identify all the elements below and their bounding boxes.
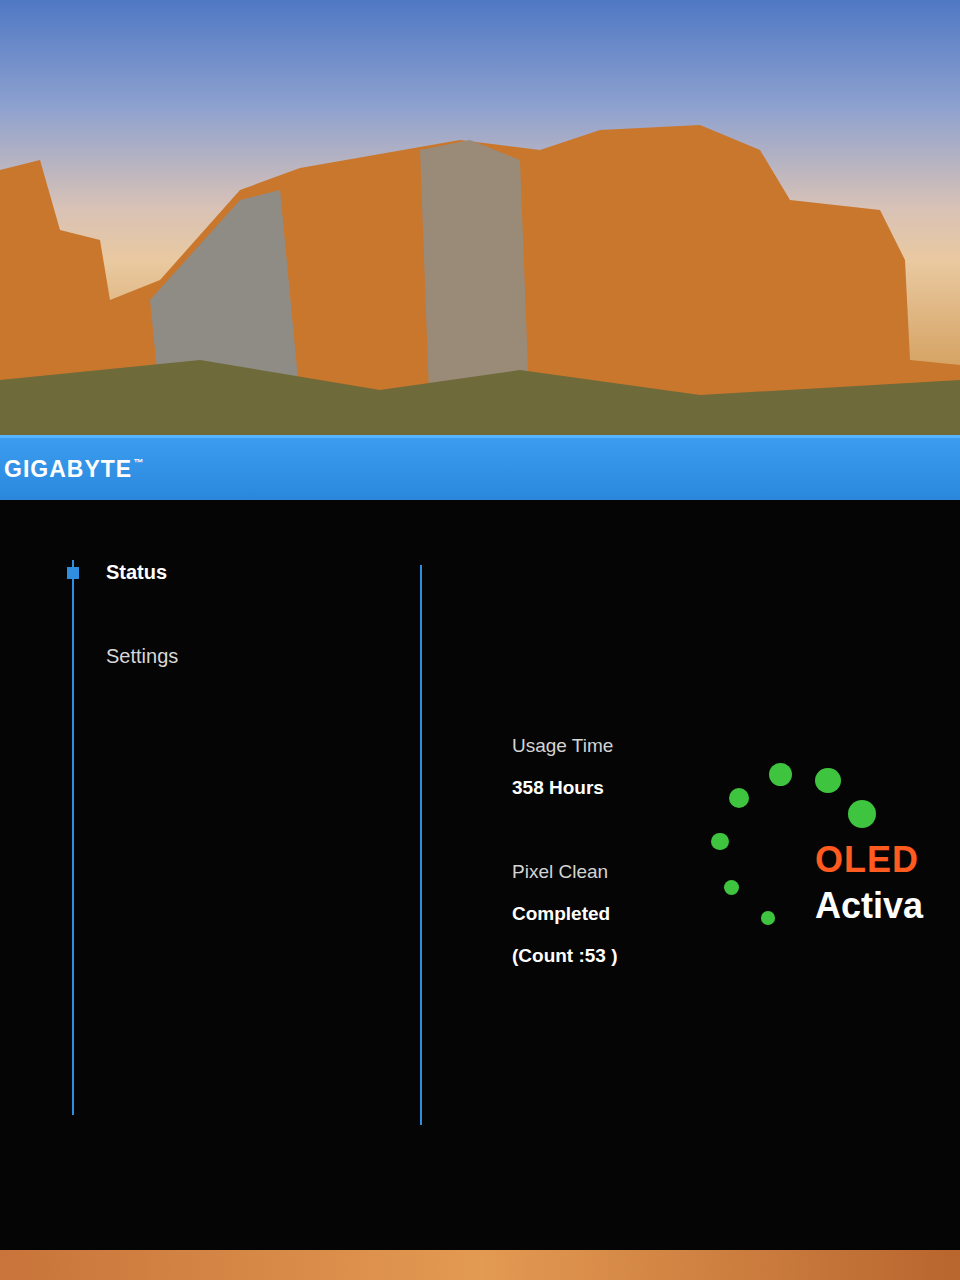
spinner-dot <box>729 788 749 808</box>
spinner-dot <box>769 763 792 786</box>
menu-list: Status Settings <box>72 560 420 1115</box>
spinner-dot <box>761 911 775 925</box>
wallpaper-strip <box>0 1250 960 1280</box>
spinner-dot <box>711 833 729 851</box>
brand-bar: GIGABYTE™ <box>0 435 960 500</box>
status-info: Usage Time 358 Hours Pixel Clean Complet… <box>512 735 705 1250</box>
oled-status-indicator: OLED Activa <box>705 748 960 948</box>
spinner-dot <box>724 880 739 895</box>
usage-value: 358 Hours <box>512 777 705 799</box>
indicator-subtitle: Activa <box>815 886 923 926</box>
osd-panel: Status Settings Usage Time 358 Hours Pixe… <box>0 500 960 1250</box>
pixel-clean-label: Pixel Clean <box>512 861 705 883</box>
menu-item[interactable]: Settings <box>74 644 420 668</box>
selection-marker <box>67 567 79 579</box>
divider <box>420 565 422 1125</box>
menu-item-label[interactable]: Status <box>106 561 167 583</box>
indicator-title: OLED <box>815 840 923 880</box>
pixel-clean-value: Completed <box>512 903 705 925</box>
logo-text: GIGABYTE <box>4 456 132 482</box>
spinner-dot <box>848 800 876 828</box>
menu-item[interactable]: Status <box>74 560 420 584</box>
indicator-text: OLED Activa <box>815 840 923 925</box>
menu-column: Status Settings <box>0 500 420 1250</box>
usage-label: Usage Time <box>512 735 705 757</box>
wallpaper-photo <box>0 0 960 435</box>
pixel-clean-count: (Count :53 ) <box>512 945 705 967</box>
spinner-dot <box>815 768 841 794</box>
brand-logo: GIGABYTE™ <box>0 458 144 481</box>
menu-item-label[interactable]: Settings <box>106 645 178 667</box>
trademark: ™ <box>133 457 144 468</box>
